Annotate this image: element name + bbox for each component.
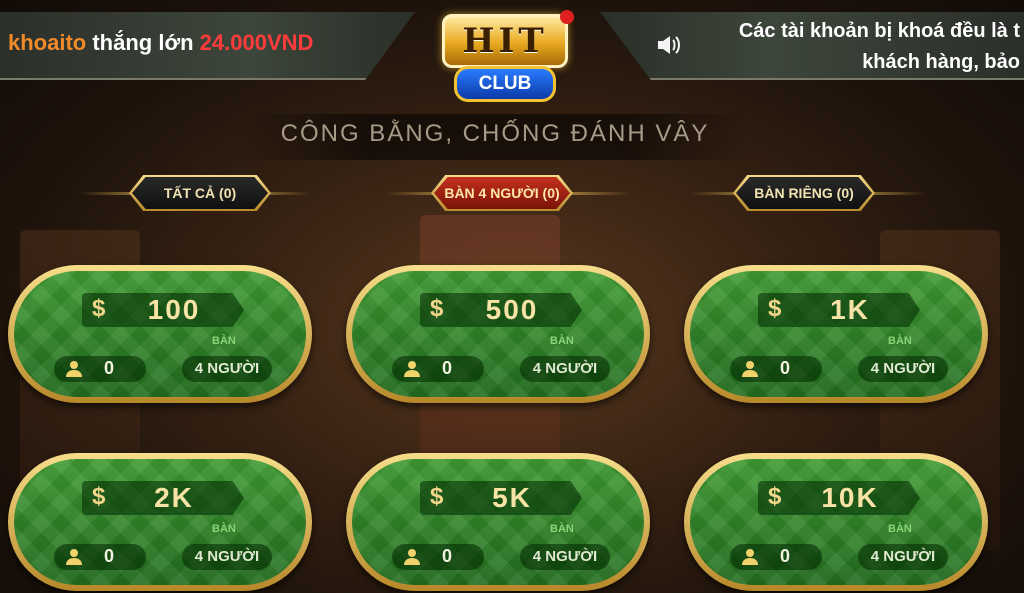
notice-marquee: Các tài khoản bị khoá đều là t khách hàn… xyxy=(720,16,1020,78)
seat-capacity: 4 NGƯỜI xyxy=(858,544,948,570)
dollar-icon: $ xyxy=(92,295,106,322)
speaker-icon[interactable] xyxy=(656,34,680,56)
user-icon xyxy=(66,361,82,377)
bet-box: $ 5K xyxy=(420,481,582,515)
seat-capacity: 4 NGƯỜI xyxy=(520,356,610,382)
bet-box: $ 10K xyxy=(758,481,920,515)
player-count-pill: 0 xyxy=(392,356,484,382)
winner-text: thắng lớn xyxy=(92,30,194,55)
top-bar: khoaito thắng lớn 24.000VND Các tài khoả… xyxy=(0,0,1024,102)
table-card-100[interactable]: $ 100 BÀN 0 4 NGƯỜI xyxy=(8,265,312,403)
notice-line-2: khách hàng, bảo xyxy=(862,51,1020,73)
seat-capacity: 4 NGƯỜI xyxy=(520,544,610,570)
dollar-icon: $ xyxy=(92,483,106,510)
table-label: BÀN xyxy=(212,523,236,535)
table-felt: $ 500 BÀN 0 4 NGƯỜI xyxy=(352,271,644,397)
user-icon xyxy=(404,549,420,565)
table-felt: $ 1K BÀN 0 4 NGƯỜI xyxy=(690,271,982,397)
bet-value: 500 xyxy=(485,294,539,325)
tab-private[interactable]: BÀN RIÊNG (0) xyxy=(736,177,872,209)
table-label: BÀN xyxy=(888,335,912,347)
player-count: 0 xyxy=(442,546,453,566)
bet-box: $ 1K xyxy=(758,293,920,327)
bet-value: 1K xyxy=(830,294,870,325)
table-card-10k[interactable]: $ 10K BÀN 0 4 NGƯỜI xyxy=(684,453,988,591)
bet-box: $ 500 xyxy=(420,293,582,327)
bet-value: 10K xyxy=(821,482,879,513)
logo-plate: HIT xyxy=(442,14,568,68)
player-count-pill: 0 xyxy=(730,544,822,570)
dollar-icon: $ xyxy=(768,295,782,322)
player-count-pill: 0 xyxy=(392,544,484,570)
user-icon xyxy=(742,361,758,377)
table-card-500[interactable]: $ 500 BÀN 0 4 NGƯỜI xyxy=(346,265,650,403)
player-count-pill: 0 xyxy=(54,544,146,570)
winner-username: khoaito xyxy=(8,30,87,55)
dollar-icon: $ xyxy=(430,483,444,510)
table-label: BÀN xyxy=(550,335,574,347)
seat-capacity: 4 NGƯỜI xyxy=(858,356,948,382)
table-label: BÀN xyxy=(550,523,574,535)
player-count-pill: 0 xyxy=(54,356,146,382)
table-label: BÀN xyxy=(888,523,912,535)
bet-value: 2K xyxy=(154,482,194,513)
player-count: 0 xyxy=(442,358,453,378)
winner-amount: 24.000VND xyxy=(199,30,314,55)
table-card-1k[interactable]: $ 1K BÀN 0 4 NGƯỜI xyxy=(684,265,988,403)
hitclub-logo: HIT CLUB xyxy=(436,10,574,102)
bet-box: $ 100 xyxy=(82,293,244,327)
bet-box: $ 2K xyxy=(82,481,244,515)
user-icon xyxy=(742,549,758,565)
table-felt: $ 5K BÀN 0 4 NGƯỜI xyxy=(352,459,644,585)
bet-value: 100 xyxy=(147,294,201,325)
winner-ticker: khoaito thắng lớn 24.000VND xyxy=(8,30,313,56)
player-count: 0 xyxy=(780,546,791,566)
dollar-icon: $ xyxy=(430,295,444,322)
seat-capacity: 4 NGƯỜI xyxy=(182,544,272,570)
notice-line-1: Các tài khoản bị khoá đều là t xyxy=(738,20,1020,42)
player-count: 0 xyxy=(104,546,115,566)
player-count: 0 xyxy=(104,358,115,378)
page-subtitle: CÔNG BẰNG, CHỐNG ĐÁNH VÂY xyxy=(280,120,710,147)
table-felt: $ 2K BÀN 0 4 NGƯỜI xyxy=(14,459,306,585)
user-icon xyxy=(404,361,420,377)
notification-dot xyxy=(560,10,574,24)
seat-capacity: 4 NGƯỜI xyxy=(182,356,272,382)
tab-all[interactable]: TẤT CẢ (0) xyxy=(132,177,268,209)
tab-4-players[interactable]: BÀN 4 NGƯỜI (0) xyxy=(434,177,570,209)
table-card-2k[interactable]: $ 2K BÀN 0 4 NGƯỜI xyxy=(8,453,312,591)
player-count-pill: 0 xyxy=(730,356,822,382)
table-felt: $ 100 BÀN 0 4 NGƯỜI xyxy=(14,271,306,397)
bet-value: 5K xyxy=(492,482,532,513)
table-felt: $ 10K BÀN 0 4 NGƯỜI xyxy=(690,459,982,585)
logo-club-badge: CLUB xyxy=(454,66,556,102)
player-count: 0 xyxy=(780,358,791,378)
dollar-icon: $ xyxy=(768,483,782,510)
logo-text: HIT xyxy=(462,21,548,61)
user-icon xyxy=(66,549,82,565)
table-label: BÀN xyxy=(212,335,236,347)
table-card-5k[interactable]: $ 5K BÀN 0 4 NGƯỜI xyxy=(346,453,650,591)
